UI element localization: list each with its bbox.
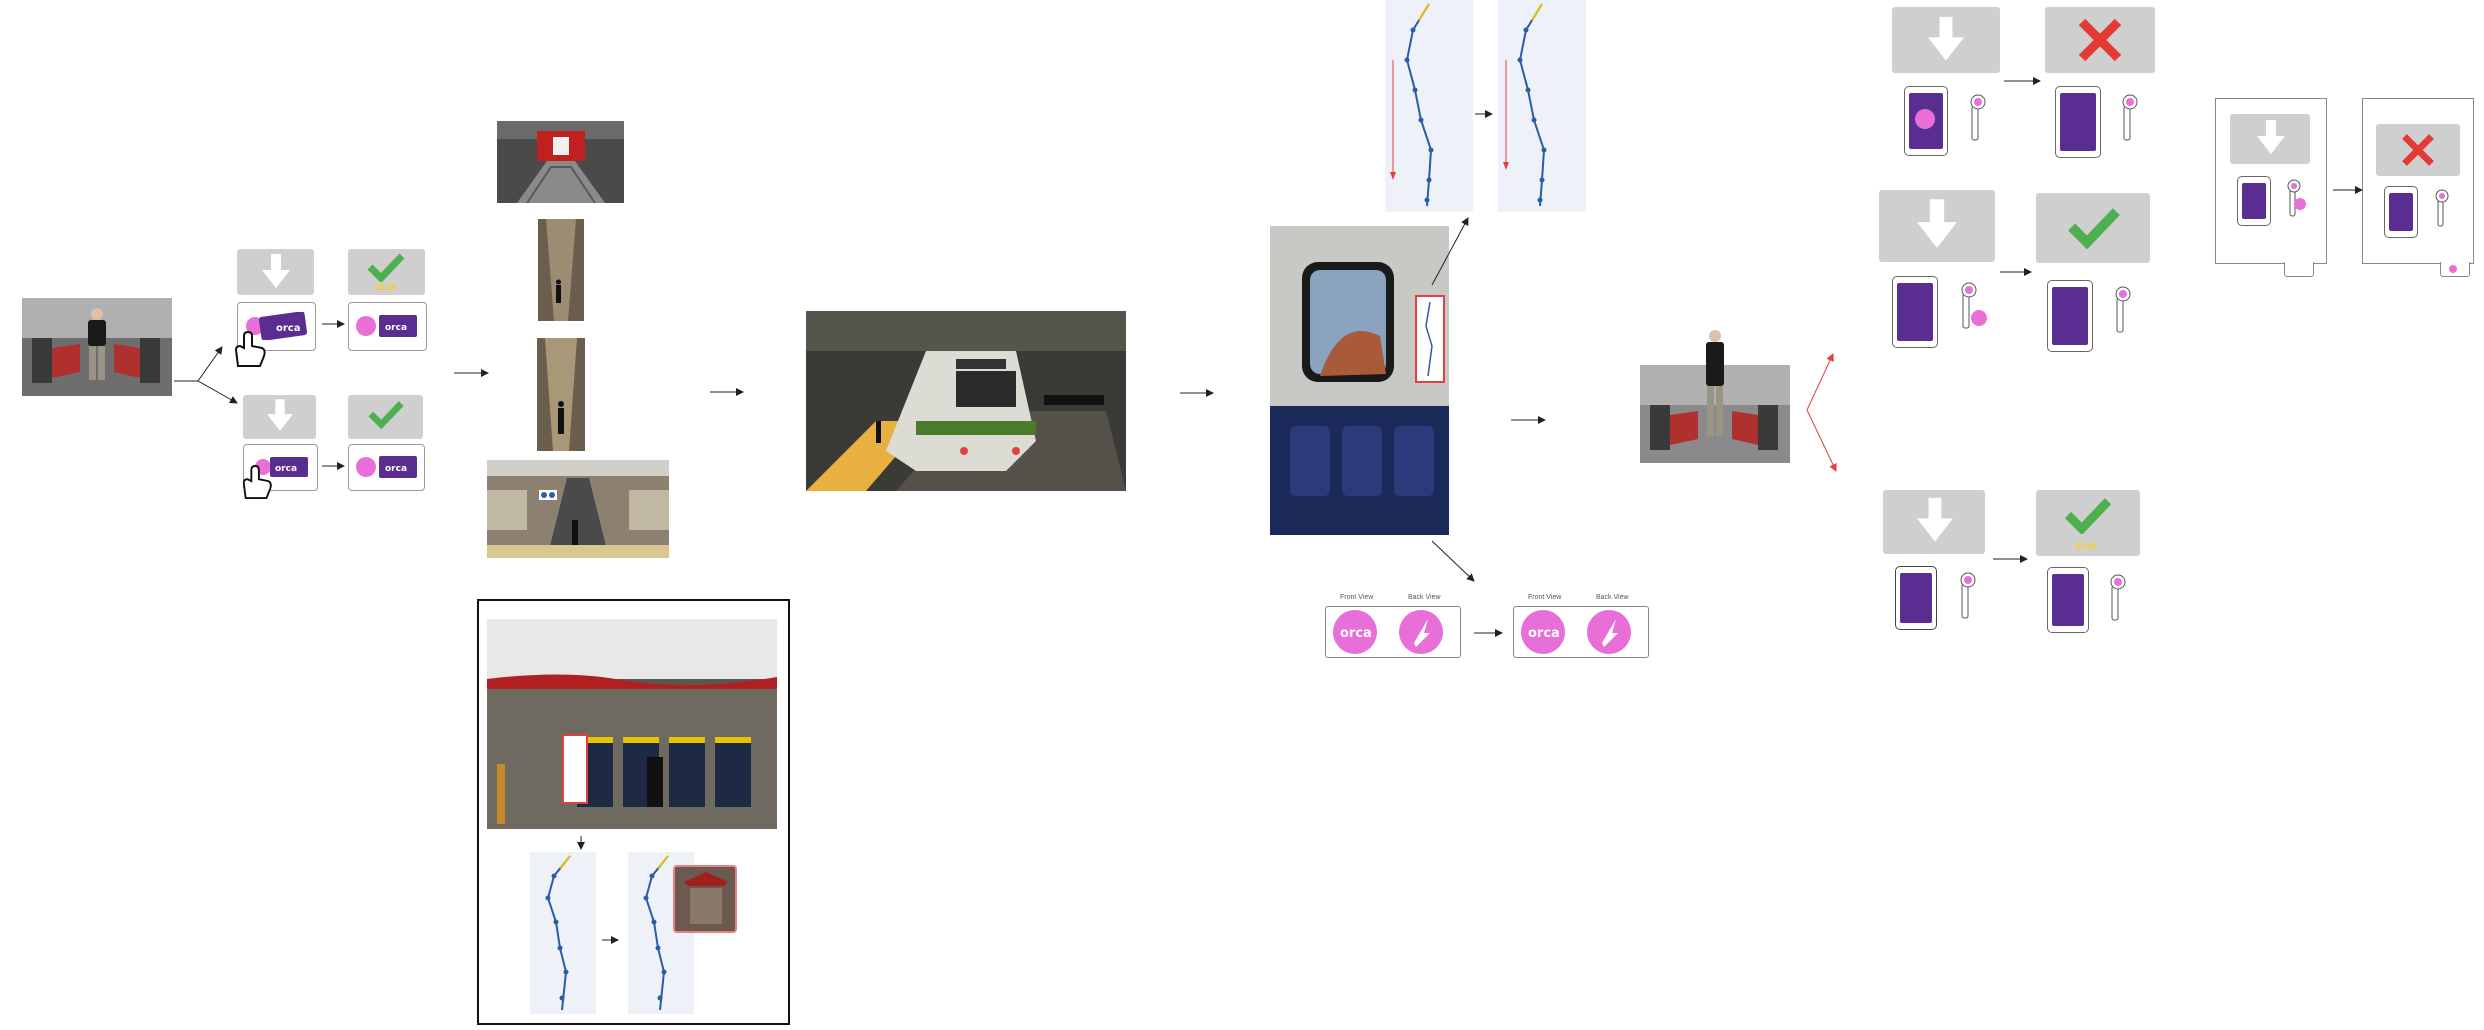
orca-card-front-icon: orca [1333,610,1377,654]
route-map-2 [1498,0,1586,212]
back-view-label: Back View [1408,594,1441,601]
route-map-3 [530,852,596,1014]
tab-stub [2284,262,2314,277]
phone-tap-exit-3 [1895,566,1937,630]
orca-card-icon: orca [356,456,417,478]
check-icon [367,253,405,282]
svg-text:orca: orca [1340,626,1372,641]
orca-card-back-icon [1399,610,1443,654]
orca-card-icon: orca [356,315,417,337]
svg-text:orca: orca [276,323,300,334]
down-arrow-icon [262,254,290,288]
svg-text:orca: orca [385,464,407,474]
hand-tap-icon [242,465,272,500]
photo-train-interior [1270,226,1449,535]
check-icon [368,401,404,429]
svg-text:orca: orca [275,464,297,474]
cross-icon [2078,18,2122,62]
orca-card-icon [2449,265,2457,273]
photo-ticket-machines [487,619,777,829]
down-arrow-icon [267,399,293,431]
card-reader-icon [2435,189,2449,227]
card-reader-icon [2122,94,2138,141]
fare-amount: $3.00 [376,283,397,292]
card-reader-icon [1960,572,1976,619]
photo-turnstile-exit [1640,328,1790,463]
fare-amount: $3.00 [2076,542,2097,551]
photo-platform-escalator [487,460,669,558]
phone-result-exit-2 [2047,280,2093,352]
svg-text:orca: orca [1528,626,1560,641]
photo-turnstile-entry [22,298,172,396]
phone-frame-a [2237,176,2271,226]
card-reader-icon [2115,286,2131,333]
orca-card-icon [1915,109,1935,129]
photo-escalator-2 [537,338,585,451]
hand-tap-icon [234,330,266,367]
route-map-4 [628,852,737,1014]
card-reader-icon [1970,94,1986,141]
card-reader-icon [2287,179,2306,217]
route-map-1 [1385,0,1473,212]
svg-text:orca: orca [385,323,407,333]
back-view-label: Back View [1596,594,1629,601]
photo-escalator-1 [538,219,584,321]
front-view-label: Front View [1528,594,1562,601]
orca-card-front-icon: orca [1521,610,1565,654]
down-arrow-icon [1917,497,1953,542]
orca-card-back-icon [1587,610,1631,654]
phone-frame-b [2384,186,2418,238]
down-arrow-icon [2257,120,2285,154]
down-arrow-icon [1917,199,1957,248]
photo-station-entrance [497,121,624,203]
phone-tap-exit-2 [1892,276,1938,348]
card-reader-icon [1961,282,1987,329]
check-icon [2068,208,2120,249]
phone-result-exit-1 [2055,86,2101,158]
exit-frame-b [2362,98,2474,264]
photo-train-arriving [806,311,1126,491]
down-arrow-icon [1928,16,1964,61]
card-reader-icon [2110,574,2126,621]
check-icon [2064,498,2112,534]
cross-icon [2402,134,2434,166]
phone-result-exit-3 [2047,567,2089,633]
front-view-label: Front View [1340,594,1374,601]
